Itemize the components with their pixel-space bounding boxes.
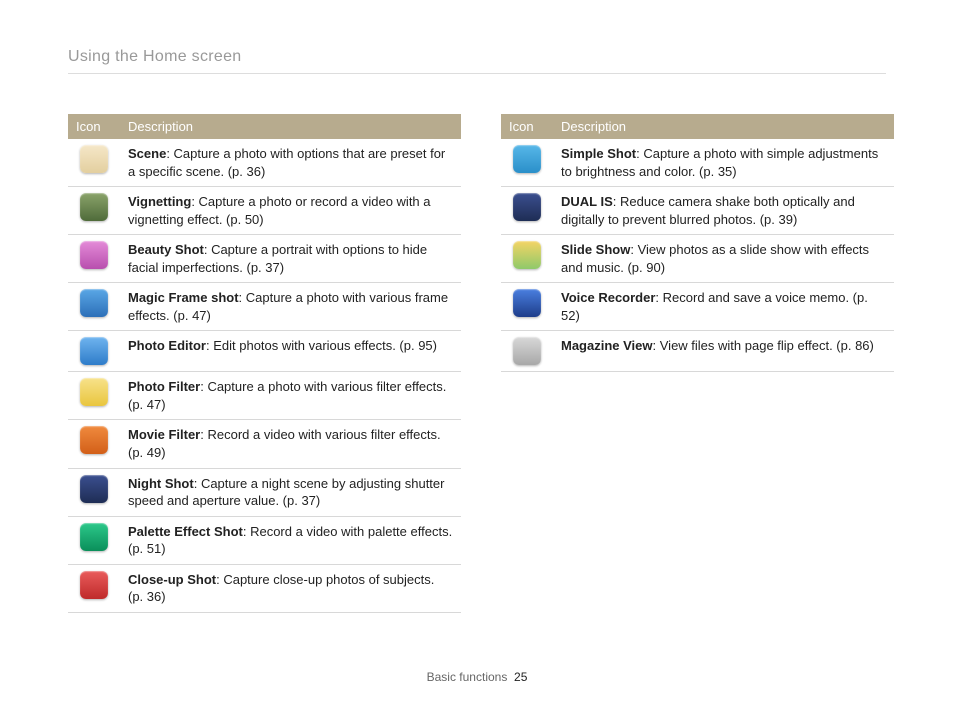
footer-page-number: 25 — [514, 670, 527, 684]
app-icon — [80, 193, 108, 221]
description-cell: Photo Editor: Edit photos with various e… — [120, 331, 461, 372]
table-row: Beauty Shot: Capture a portrait with opt… — [68, 235, 461, 283]
table-row: Scene: Capture a photo with options that… — [68, 139, 461, 187]
app-icon — [80, 241, 108, 269]
table-row: Photo Filter: Capture a photo with vario… — [68, 372, 461, 420]
table-row: Close-up Shot: Capture close-up photos o… — [68, 564, 461, 612]
description-cell: Photo Filter: Capture a photo with vario… — [120, 372, 461, 420]
app-icon — [513, 145, 541, 173]
description-cell: Magic Frame shot: Capture a photo with v… — [120, 283, 461, 331]
table-row: Movie Filter: Record a video with variou… — [68, 420, 461, 468]
icon-cell — [68, 468, 120, 516]
feature-title: Photo Editor — [128, 338, 206, 353]
feature-title: Close-up Shot — [128, 572, 216, 587]
feature-title: DUAL IS — [561, 194, 613, 209]
app-icon — [80, 145, 108, 173]
app-icon — [80, 289, 108, 317]
icon-cell — [68, 516, 120, 564]
description-cell: Slide Show: View photos as a slide show … — [553, 235, 894, 283]
table-row: Photo Editor: Edit photos with various e… — [68, 331, 461, 372]
description-cell: Movie Filter: Record a video with variou… — [120, 420, 461, 468]
table-row: Night Shot: Capture a night scene by adj… — [68, 468, 461, 516]
app-icon — [80, 475, 108, 503]
description-cell: Palette Effect Shot: Record a video with… — [120, 516, 461, 564]
icon-cell — [68, 139, 120, 187]
description-cell: Close-up Shot: Capture close-up photos o… — [120, 564, 461, 612]
feature-title: Palette Effect Shot — [128, 524, 243, 539]
description-cell: Night Shot: Capture a night scene by adj… — [120, 468, 461, 516]
description-cell: Beauty Shot: Capture a portrait with opt… — [120, 235, 461, 283]
feature-title: Slide Show — [561, 242, 630, 257]
icon-cell — [501, 331, 553, 372]
table-row: Vignetting: Capture a photo or record a … — [68, 187, 461, 235]
app-icon — [80, 378, 108, 406]
feature-title: Beauty Shot — [128, 242, 204, 257]
description-cell: Scene: Capture a photo with options that… — [120, 139, 461, 187]
app-icon — [80, 571, 108, 599]
header-divider — [68, 73, 886, 74]
app-icon — [80, 426, 108, 454]
th-description: Description — [553, 114, 894, 139]
icon-cell — [68, 420, 120, 468]
icon-cell — [501, 187, 553, 235]
description-cell: Magazine View: View files with page flip… — [553, 331, 894, 372]
feature-title: Voice Recorder — [561, 290, 655, 305]
app-icon — [513, 241, 541, 269]
table-row: Magazine View: View files with page flip… — [501, 331, 894, 372]
feature-title: Magazine View — [561, 338, 653, 353]
app-icon — [513, 289, 541, 317]
icon-cell — [501, 139, 553, 187]
icon-description-table-right: Icon Description Simple Shot: Capture a … — [501, 114, 894, 372]
table-row: Palette Effect Shot: Record a video with… — [68, 516, 461, 564]
icon-cell — [68, 283, 120, 331]
left-column: Icon Description Scene: Capture a photo … — [68, 114, 461, 613]
table-row: DUAL IS: Reduce camera shake both optica… — [501, 187, 894, 235]
icon-cell — [68, 372, 120, 420]
icon-cell — [501, 283, 553, 331]
th-description: Description — [120, 114, 461, 139]
feature-title: Movie Filter — [128, 427, 200, 442]
icon-description-table-left: Icon Description Scene: Capture a photo … — [68, 114, 461, 613]
feature-description: : Capture a photo with options that are … — [128, 146, 445, 179]
feature-description: : View files with page flip effect. (p. … — [653, 338, 874, 353]
description-cell: Vignetting: Capture a photo or record a … — [120, 187, 461, 235]
feature-title: Night Shot — [128, 476, 194, 491]
icon-cell — [68, 564, 120, 612]
app-icon — [513, 337, 541, 365]
description-cell: DUAL IS: Reduce camera shake both optica… — [553, 187, 894, 235]
table-row: Simple Shot: Capture a photo with simple… — [501, 139, 894, 187]
table-row: Magic Frame shot: Capture a photo with v… — [68, 283, 461, 331]
footer-section: Basic functions — [427, 670, 508, 684]
feature-title: Magic Frame shot — [128, 290, 239, 305]
th-icon: Icon — [68, 114, 120, 139]
feature-description: : Edit photos with various effects. (p. … — [206, 338, 437, 353]
icon-cell — [501, 235, 553, 283]
icon-cell — [68, 187, 120, 235]
page-footer: Basic functions 25 — [0, 670, 954, 684]
page-header-title: Using the Home screen — [68, 48, 242, 66]
feature-title: Vignetting — [128, 194, 191, 209]
right-column: Icon Description Simple Shot: Capture a … — [501, 114, 894, 613]
icon-cell — [68, 331, 120, 372]
icon-cell — [68, 235, 120, 283]
app-icon — [80, 337, 108, 365]
description-cell: Voice Recorder: Record and save a voice … — [553, 283, 894, 331]
feature-title: Scene — [128, 146, 166, 161]
table-row: Voice Recorder: Record and save a voice … — [501, 283, 894, 331]
description-cell: Simple Shot: Capture a photo with simple… — [553, 139, 894, 187]
app-icon — [80, 523, 108, 551]
app-icon — [513, 193, 541, 221]
table-row: Slide Show: View photos as a slide show … — [501, 235, 894, 283]
feature-title: Photo Filter — [128, 379, 200, 394]
feature-title: Simple Shot — [561, 146, 636, 161]
th-icon: Icon — [501, 114, 553, 139]
